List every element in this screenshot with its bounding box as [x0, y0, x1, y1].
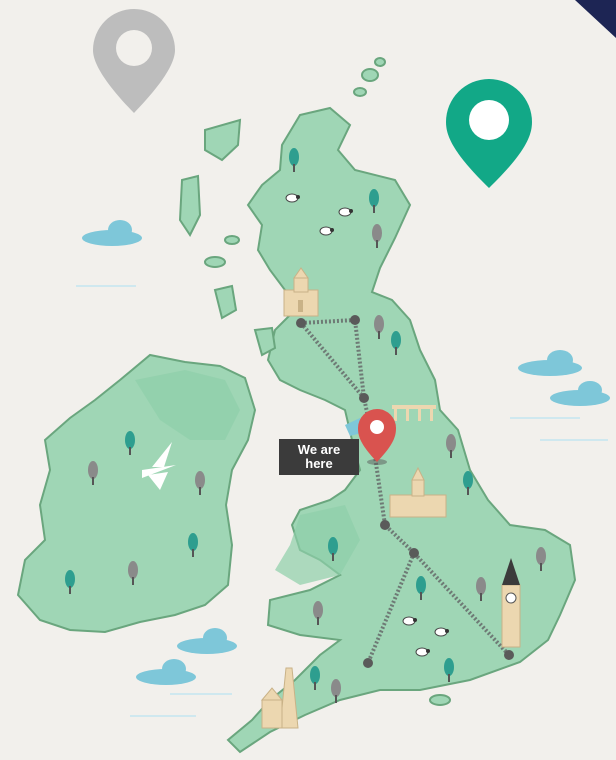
cloud-icon: [550, 381, 610, 406]
scottish-island: [213, 284, 238, 320]
we-are-here-label: We are here: [279, 439, 359, 475]
great-britain-landmass: [226, 106, 577, 754]
scottish-island: [204, 118, 242, 162]
orkney-island: [361, 68, 379, 82]
route-node: [296, 318, 306, 328]
route-node: [504, 650, 514, 660]
uk-ireland-map: [16, 0, 616, 754]
scottish-island: [204, 256, 226, 268]
route-node: [359, 393, 369, 403]
route-node: [409, 548, 419, 558]
orkney-island: [353, 87, 367, 97]
route-node: [380, 520, 390, 530]
route-node: [350, 315, 360, 325]
cloud-icon: [136, 659, 196, 685]
scottish-island: [178, 174, 202, 237]
corner-ribbon: [575, 0, 616, 38]
isle-of-wight: [429, 694, 451, 706]
orkney-island: [374, 57, 386, 67]
map-pin-icon[interactable]: [446, 79, 532, 188]
label-line-1: We are: [297, 442, 341, 457]
map-pin-icon[interactable]: [93, 9, 175, 113]
scottish-island: [224, 235, 240, 245]
label-line-2: here: [305, 456, 333, 471]
cloud-icon: [177, 628, 237, 654]
cloud-icon: [82, 220, 142, 246]
lighthouse-icon: [260, 667, 299, 729]
route-node: [363, 658, 373, 668]
cloud-icon: [518, 350, 582, 376]
